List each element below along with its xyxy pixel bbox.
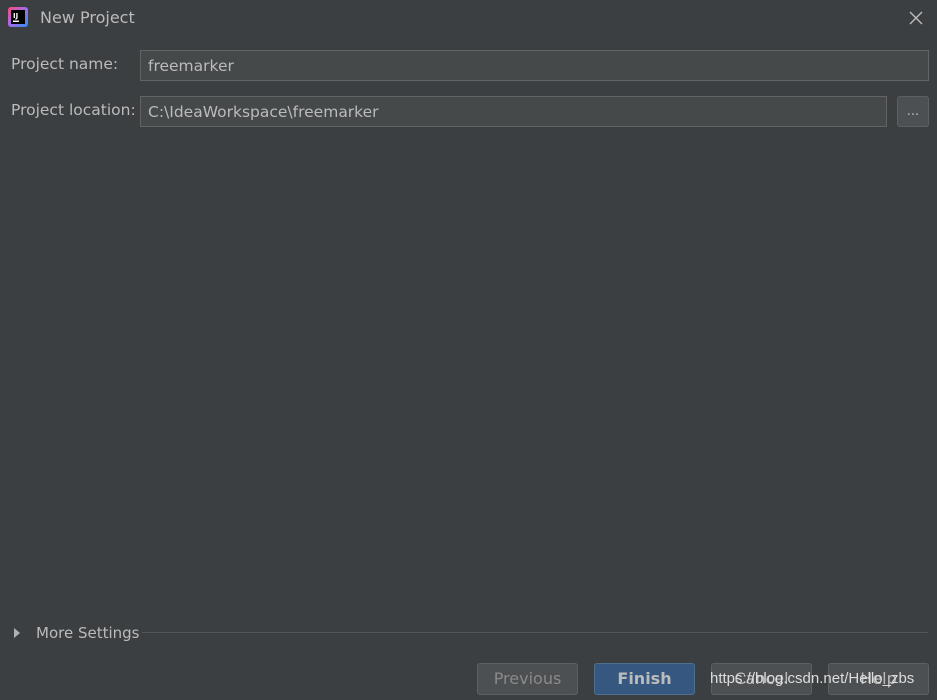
dialog-title: New Project	[40, 8, 135, 27]
new-project-dialog: IJ New Project Project name: Project loc…	[0, 0, 937, 700]
project-name-label: Project name:	[11, 55, 119, 73]
intellij-idea-icon: IJ	[8, 7, 28, 27]
previous-button[interactable]: Previous	[477, 663, 578, 695]
project-location-input[interactable]	[140, 96, 887, 127]
settings-separator	[142, 632, 928, 633]
finish-button[interactable]: Finish	[594, 663, 695, 695]
project-name-input[interactable]	[140, 50, 929, 81]
browse-location-button[interactable]: ...	[897, 96, 929, 127]
triangle-right-icon	[14, 628, 20, 638]
more-settings-toggle[interactable]: More Settings	[14, 622, 139, 644]
more-settings-label: More Settings	[36, 624, 140, 642]
title-bar: IJ New Project	[0, 0, 937, 36]
close-icon[interactable]	[904, 6, 928, 30]
svg-text:IJ: IJ	[13, 12, 18, 20]
project-location-label: Project location:	[11, 101, 136, 119]
watermark-text: https://blog.csdn.net/Hello_zbs	[710, 670, 915, 687]
